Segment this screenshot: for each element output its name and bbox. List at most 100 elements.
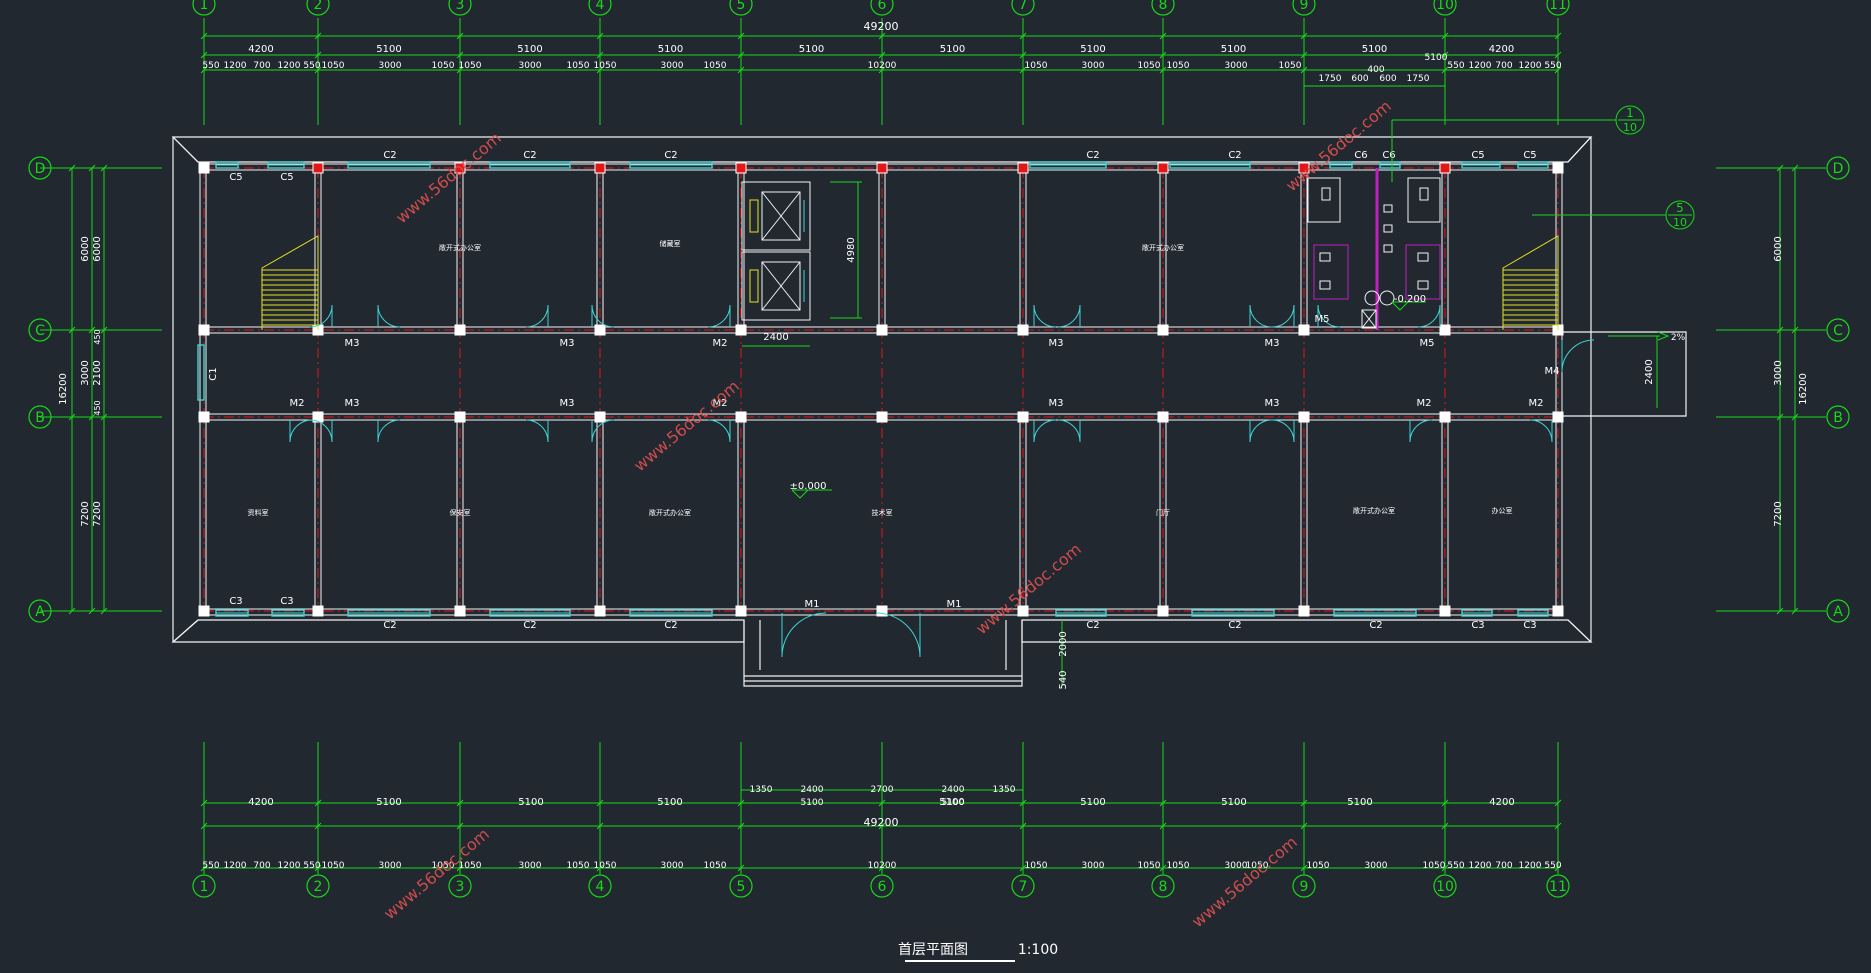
window-label-bottom: C2 [383,620,396,631]
dim-bottom-entry-label: 1350 [750,785,773,795]
room-label: 敞开式办公室 [649,508,691,517]
dim-top-extra-label: 5100 [1425,53,1448,63]
column-A8 [1157,605,1169,617]
dim-ramp-label: 2400 [1644,359,1655,384]
dim-top-detail-label: 550 [1544,61,1561,71]
column-C10 [1439,324,1451,336]
dim-bottom-detail-label: 3000 [379,861,402,871]
door-label: M3 [1265,338,1280,349]
column-C5 [735,324,747,336]
window-label-bottom: C2 [664,620,677,631]
column-B4 [594,411,606,423]
dim-bottom-detail-label: 1050 [594,861,617,871]
column-C1 [198,324,210,336]
dim-bottom-entry-label: 2400 [801,785,824,795]
window-label-west: C1 [208,367,219,380]
dim-left-inner-label: 7200 [92,501,103,526]
axis-bubble-bottom-3-label: 3 [456,879,465,895]
axis-bubble-right-C-label: C [1833,323,1843,339]
dim-top-bay-label: 5100 [1080,44,1105,55]
room-label: 门厅 [1156,508,1170,517]
dim-stair-label: 2400 [763,332,788,343]
dim-left-small-label: 450 [93,400,102,415]
axis-bubble-top-4-label: 4 [596,0,605,13]
column-A11 [1552,605,1564,617]
dim-bottom-detail-label: 550 [1544,861,1561,871]
column-A10 [1439,605,1451,617]
axis-bubble-right-A-label: A [1833,604,1843,620]
window-label-top: C2 [1086,150,1099,161]
column-D2 [312,162,324,174]
dim-top-detail-label: 1050 [594,61,617,71]
column-C8 [1157,324,1169,336]
dim-bottom-detail-label: 10200 [868,861,897,871]
dim-right-row-label: 3000 [1773,360,1784,385]
column-A9 [1298,605,1310,617]
ramp-slope: 2% [1671,333,1686,343]
column-D6 [876,162,888,174]
window-label-top: C2 [1228,150,1241,161]
column-A3 [454,605,466,617]
column-D11 [1552,162,1564,174]
dim-top-detail-label: 1200 [1469,61,1492,71]
drawing-background [0,0,1871,973]
dim-left-row-label: 3000 [80,360,91,385]
dim-left-row-label: 6000 [80,236,91,261]
window-label-top: C2 [664,150,677,161]
door-label: M3 [560,398,575,409]
door-label: M3 [560,338,575,349]
drawing-scale: 1:100 [1018,942,1058,958]
dim-top-detail-label: 1200 [278,61,301,71]
dim-bottom-bay-label: 5100 [376,797,401,808]
dim-bottom-detail-label: 550 [303,861,320,871]
dim-top-bay-label: 5100 [1221,44,1246,55]
callout-2-sheet: 10 [1673,216,1687,229]
door-label: M1 [947,599,962,610]
dim-top-bay-label: 4200 [248,44,273,55]
window-label-bottom: C2 [523,620,536,631]
dim-top-bay-label: 5100 [940,44,965,55]
column-B9 [1298,411,1310,423]
dim-bottom-detail-label: 1050 [567,861,590,871]
axis-bubble-right-B-label: B [1833,410,1843,426]
axis-bubble-top-3-label: 3 [456,0,465,13]
dim-top-detail-label: 550 [303,61,320,71]
axis-bubble-left-B-label: B [35,410,45,426]
window-label-top: C5 [1523,150,1536,161]
axis-bubble-bottom-5-label: 5 [737,879,746,895]
dim-bottom-detail-label: 1050 [1138,861,1161,871]
dim-left-outer-label: 16200 [58,373,69,405]
door-label: M2 [1529,398,1544,409]
dim-bottom-detail-label: 550 [1447,861,1464,871]
dim-top-detail-label: 3000 [379,61,402,71]
room-label: 技术室 [872,508,893,517]
dim-bottom-bay-label: 5100 [657,797,682,808]
column-A2 [312,605,324,617]
column-C3 [454,324,466,336]
dim-bottom-detail-label: 1050 [1423,861,1446,871]
dim-top-detail-label: 3000 [661,61,684,71]
dim-bottom-bay-label: 5100 [1221,797,1246,808]
column-D8 [1157,162,1169,174]
callout-2-number: 5 [1676,201,1684,215]
window-label-top: C6 [1354,150,1367,161]
axis-bubble-top-7-label: 7 [1019,0,1028,13]
dim-bottom-detail-label: 1200 [1519,861,1542,871]
column-B1 [198,411,210,423]
door-label: M3 [1265,398,1280,409]
dim-bottom-detail-label: 700 [253,861,270,871]
axis-bubble-bottom-6-label: 6 [878,879,887,895]
hall-level: ±0.000 [789,481,826,492]
dim-top-detail-label: 1050 [1138,61,1161,71]
drawing-title: 首层平面图 [898,942,968,958]
axis-bubble-top-6-label: 6 [878,0,887,13]
column-B6 [876,411,888,423]
room-label: 保安室 [450,508,471,517]
column-C9 [1298,324,1310,336]
door-label: M1 [805,599,820,610]
dim-top-bay-label: 5100 [517,44,542,55]
dim-bottom-bay-label: 5100 [1347,797,1372,808]
room-label: 资料室 [248,508,269,517]
dim-bottom-detail-label: 1050 [1025,861,1048,871]
room-label: 办公室 [1492,506,1513,515]
